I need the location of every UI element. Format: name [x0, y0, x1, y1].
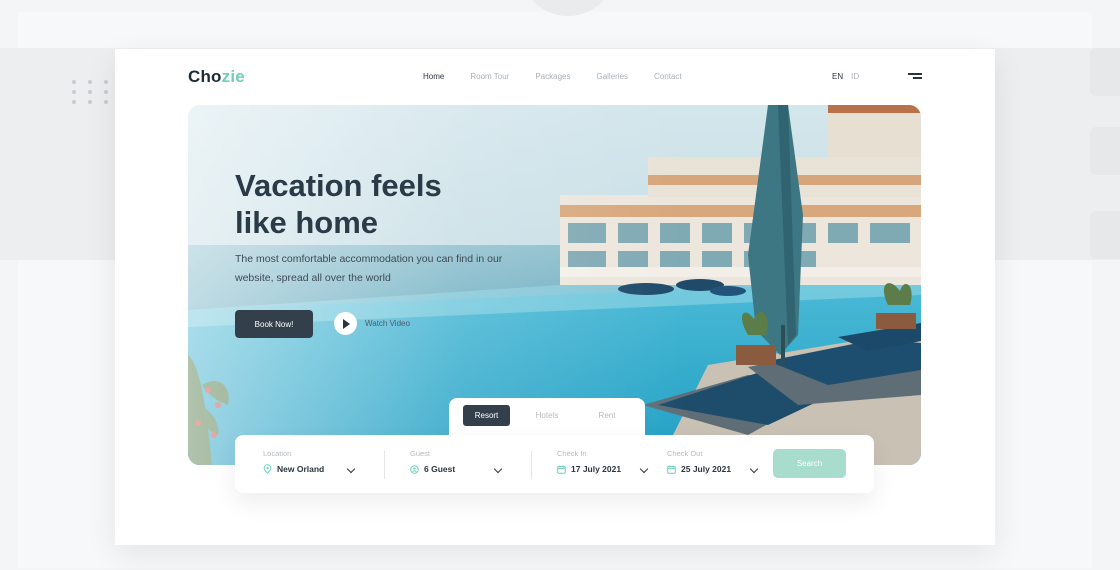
- calendar-icon: [557, 465, 566, 474]
- booking-search-bar: Location New Orland Guest 6 Guest Check …: [235, 435, 874, 493]
- field-divider: [531, 451, 532, 479]
- guest-value: 6 Guest: [424, 464, 456, 474]
- location-pin-icon: [263, 464, 272, 474]
- menu-icon[interactable]: [908, 73, 922, 81]
- main-nav: Home Room Tour Packages Galleries Contac…: [423, 72, 682, 81]
- hero-headline: Vacation feels like home: [235, 167, 515, 241]
- backdrop-bar: [1090, 48, 1120, 96]
- location-field[interactable]: Location New Orland: [263, 449, 324, 474]
- headline-line-2: like home: [235, 205, 378, 240]
- check-out-value: 25 July 2021: [681, 464, 732, 474]
- play-icon[interactable]: [334, 312, 357, 335]
- search-button[interactable]: Search: [773, 449, 846, 478]
- field-divider: [384, 451, 385, 479]
- backdrop-bar: [1090, 127, 1120, 175]
- check-in-field[interactable]: Check In 17 July 2021: [557, 449, 621, 474]
- check-in-value: 17 July 2021: [571, 464, 622, 474]
- check-in-label: Check In: [557, 449, 587, 458]
- backdrop-bar: [1090, 211, 1120, 259]
- watch-video-link[interactable]: Watch Video: [334, 312, 410, 335]
- language-en[interactable]: EN: [832, 72, 843, 81]
- logo-text-suffix: zie: [221, 67, 245, 86]
- tab-hotels[interactable]: Hotels: [529, 405, 565, 426]
- chevron-down-icon[interactable]: [639, 464, 649, 474]
- chevron-down-icon[interactable]: [346, 464, 356, 474]
- brand-logo[interactable]: Chozie: [188, 67, 245, 87]
- nav-room-tour[interactable]: Room Tour: [470, 72, 509, 81]
- language-switcher: EN ID: [832, 72, 859, 81]
- chevron-down-icon[interactable]: [493, 464, 503, 474]
- nav-contact[interactable]: Contact: [654, 72, 682, 81]
- headline-line-1: Vacation feels: [235, 168, 442, 203]
- check-out-field[interactable]: Check Out 25 July 2021: [667, 449, 731, 474]
- location-label: Location: [263, 449, 292, 458]
- location-value: New Orland: [277, 464, 325, 474]
- tab-resort[interactable]: Resort: [463, 405, 510, 426]
- book-now-button[interactable]: Book Now!: [235, 310, 313, 338]
- tab-rent[interactable]: Rent: [589, 405, 625, 426]
- logo-text-prefix: Cho: [188, 67, 222, 86]
- nav-home[interactable]: Home: [423, 72, 444, 81]
- check-out-label: Check Out: [667, 449, 703, 458]
- guest-field[interactable]: Guest 6 Guest: [410, 449, 455, 474]
- watch-video-label: Watch Video: [365, 319, 410, 328]
- nav-packages[interactable]: Packages: [535, 72, 570, 81]
- guest-icon: [410, 464, 419, 474]
- language-id[interactable]: ID: [851, 72, 859, 81]
- booking-type-tabs: Resort Hotels Rent: [449, 398, 645, 438]
- calendar-icon: [667, 465, 676, 474]
- chevron-down-icon[interactable]: [749, 464, 759, 474]
- hero-subheadline: The most comfortable accommodation you c…: [235, 253, 503, 284]
- landing-page-card: Chozie Home Room Tour Packages Galleries…: [115, 49, 995, 545]
- nav-galleries[interactable]: Galleries: [596, 72, 628, 81]
- decorative-dots: [72, 80, 114, 104]
- guest-label: Guest: [410, 449, 431, 458]
